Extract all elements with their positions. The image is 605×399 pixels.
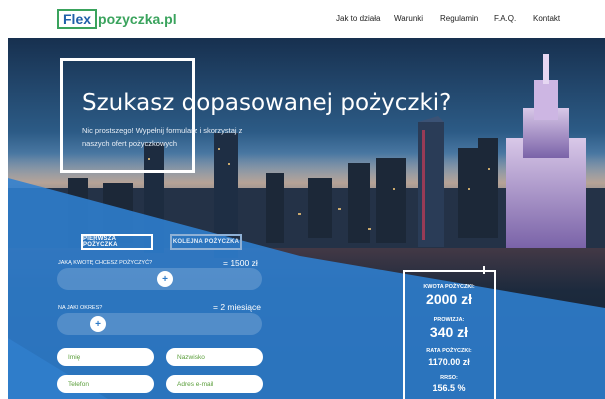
summary-rrso-label: RRSO: — [440, 375, 458, 381]
amount-value: = 1500 zł — [223, 258, 258, 268]
nav-how-it-works[interactable]: Jak to działa — [336, 14, 380, 23]
amount-slider[interactable]: + — [57, 268, 262, 290]
hero-title: Szukasz dopasowanej pożyczki? — [82, 90, 452, 116]
email-field[interactable] — [166, 375, 263, 393]
summary-amount-label: KWOTA POŻYCZKI: — [423, 284, 475, 290]
site-header: Flex pozyczka.pl Jak to działa Warunki R… — [0, 0, 605, 38]
nav-conditions[interactable]: Warunki — [394, 14, 423, 23]
phone-field[interactable] — [57, 375, 154, 393]
summary-rrso-value: 156.5 % — [432, 383, 466, 393]
tab-next-loan[interactable]: KOLEJNA POŻYCZKA — [170, 234, 242, 250]
nav-contact[interactable]: Kontakt — [533, 14, 560, 23]
main-nav: Jak to działa Warunki Regulamin F.A.Q. K… — [0, 14, 605, 26]
summary-fee-label: PROWIZJA: — [433, 317, 465, 323]
hero-subtitle: Nic prostszego! Wypełnij formularz i sko… — [82, 126, 243, 148]
nav-faq[interactable]: F.A.Q. — [494, 14, 516, 23]
hero-section: Szukasz dopasowanej pożyczki? Nic prosts… — [8, 38, 605, 399]
period-value: = 2 miesiące — [213, 302, 261, 312]
summary-fee-value: 340 zł — [429, 324, 469, 340]
amount-slider-handle[interactable]: + — [157, 271, 173, 287]
period-slider-handle[interactable]: + — [90, 316, 106, 332]
summary-installment-value: 1170.00 zł — [428, 357, 470, 367]
last-name-field[interactable] — [166, 348, 263, 366]
summary-installment-label: RATA POŻYCZKI: — [426, 348, 472, 354]
amount-label: JAKĄ KWOTĘ CHCESZ POŻYCZYĆ? — [58, 260, 153, 266]
tab-first-loan[interactable]: PIERWSZA POŻYCZKA — [81, 234, 153, 250]
summary-amount-value: 2000 zł — [426, 291, 472, 307]
nav-terms[interactable]: Regulamin — [440, 14, 478, 23]
period-slider[interactable]: + — [57, 313, 262, 335]
period-label: NA JAKI OKRES? — [58, 305, 103, 311]
first-name-field[interactable] — [57, 348, 154, 366]
